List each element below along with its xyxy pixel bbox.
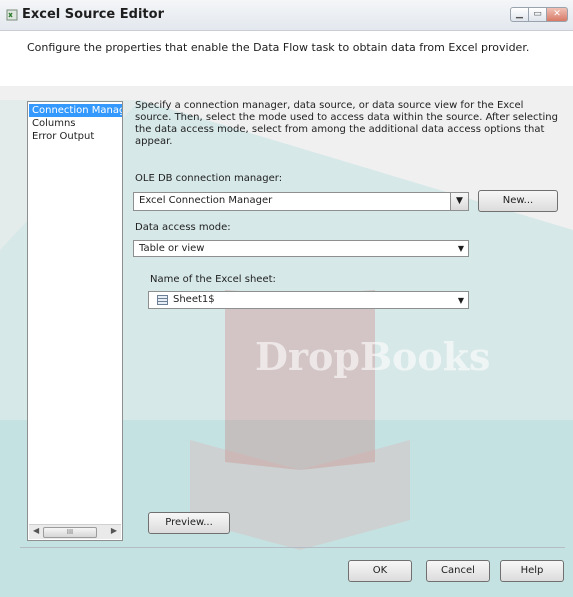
- access-mode-label: Data access mode:: [135, 222, 231, 233]
- connection-dropdown-arrow-icon[interactable]: ▼: [450, 193, 468, 210]
- sheet-name-combo[interactable]: Sheet1$ ▼: [148, 291, 469, 309]
- scroll-thumb[interactable]: III: [43, 527, 97, 538]
- scroll-left-icon[interactable]: ◀: [33, 526, 39, 535]
- help-button[interactable]: Help: [500, 560, 564, 582]
- sheet-dropdown-arrow-icon[interactable]: ▼: [458, 293, 464, 309]
- header-description: Configure the properties that enable the…: [27, 41, 530, 54]
- title-bar[interactable]: Excel Source Editor ▁ ▭ ✕: [0, 0, 573, 31]
- connection-manager-label: OLE DB connection manager:: [135, 173, 283, 184]
- header-band: Configure the properties that enable the…: [0, 31, 573, 86]
- sheet-name-value: Sheet1$: [173, 294, 215, 305]
- horizontal-scrollbar[interactable]: ◀ III ▶: [29, 524, 121, 539]
- window-title: Excel Source Editor: [22, 7, 164, 22]
- connection-manager-value: Excel Connection Manager: [139, 195, 273, 206]
- scroll-right-icon[interactable]: ▶: [111, 526, 117, 535]
- excel-source-editor-window: DropBooks Excel Source Editor ▁ ▭ ✕ Conf…: [0, 0, 573, 597]
- maximize-button[interactable]: ▭: [528, 7, 547, 22]
- excel-source-icon: [6, 9, 18, 21]
- nav-item-connection-manager[interactable]: Connection Manager: [29, 104, 122, 117]
- connection-manager-combo[interactable]: Excel Connection Manager ▼: [133, 192, 469, 211]
- minimize-button[interactable]: ▁: [510, 7, 529, 22]
- page-list[interactable]: Connection Manager Columns Error Output …: [27, 101, 123, 541]
- new-connection-button[interactable]: New...: [478, 190, 558, 212]
- close-button[interactable]: ✕: [546, 7, 568, 22]
- access-mode-dropdown-arrow-icon[interactable]: ▼: [458, 241, 464, 256]
- access-mode-value: Table or view: [139, 243, 205, 254]
- footer-separator: [20, 547, 565, 548]
- watermark-text: DropBooks: [255, 334, 490, 379]
- access-mode-combo[interactable]: Table or view ▼: [133, 240, 469, 257]
- sheet-name-label: Name of the Excel sheet:: [150, 274, 276, 285]
- sheet-table-icon: [157, 295, 168, 305]
- cancel-button[interactable]: Cancel: [426, 560, 490, 582]
- instructions-text: Specify a connection manager, data sourc…: [135, 100, 558, 147]
- nav-item-columns[interactable]: Columns: [29, 117, 122, 130]
- nav-item-error-output[interactable]: Error Output: [29, 130, 122, 143]
- preview-button[interactable]: Preview...: [148, 512, 230, 534]
- ok-button[interactable]: OK: [348, 560, 412, 582]
